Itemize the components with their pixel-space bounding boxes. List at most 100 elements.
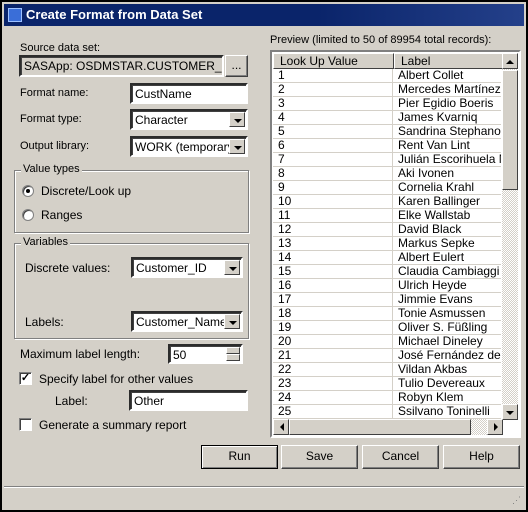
cell-label: Albert Eulert [398,251,465,264]
table-row[interactable]: 22 Vildan Akbas [273,363,501,377]
cell-lookup-value: 5 [273,125,393,138]
format-name-label: Format name: [20,87,89,99]
horizontal-scroll-thumb[interactable] [289,419,471,435]
cell-label: Jimmie Evans [398,293,473,306]
table-row[interactable]: 16 Ulrich Heyde [273,279,501,293]
cell-label: Pier Egidio Boeris [398,97,494,110]
other-label-input[interactable]: Other [129,390,248,411]
cell-label: Tonie Asmussen [398,307,486,320]
table-row[interactable]: 6 Rent Van Lint [273,139,501,153]
cell-label: Michael Dineley [398,335,483,348]
discrete-radio[interactable] [22,185,34,197]
cell-lookup-value: 12 [273,223,393,236]
chevron-down-icon[interactable] [224,260,240,275]
cell-label: Julián Escorihuela M. [398,153,501,166]
table-row[interactable]: 17 Jimmie Evans [273,293,501,307]
table-row[interactable]: 19 Oliver S. Füßling [273,321,501,335]
cell-lookup-value: 25 [273,405,393,418]
cell-lookup-value: 23 [273,377,393,390]
scroll-thumb[interactable] [502,70,518,190]
cell-label: David Black [398,223,462,236]
table-row[interactable]: 12 David Black [273,223,501,237]
table-row[interactable]: 13 Markus Sepke [273,237,501,251]
table-row[interactable]: 20 Michael Dineley [273,335,501,349]
scroll-up-button[interactable] [502,53,518,69]
cell-lookup-value: 2 [273,83,393,96]
cancel-label: Cancel [381,449,420,463]
browse-button[interactable]: ... [225,55,248,77]
ranges-radio[interactable] [22,209,34,221]
table-row[interactable]: 21 José Fernández de M [273,349,501,363]
horizontal-scrollbar[interactable] [273,419,503,435]
value-types-group: Value types Discrete/Look up Ranges [14,163,249,233]
save-label: Save [305,449,334,463]
summary-report-checkbox[interactable] [19,418,32,431]
scroll-left-button[interactable] [273,419,289,435]
max-label-length-spinner[interactable]: 50 [168,344,243,364]
table-row[interactable]: 23 Tulio Devereaux [273,377,501,391]
preview-title: Preview (limited to 50 of 89954 total re… [270,34,492,46]
table-row[interactable]: 8 Aki Ivonen [273,167,501,181]
table-row[interactable]: 14 Albert Eulert [273,251,501,265]
cancel-button[interactable]: Cancel [362,445,439,469]
preview-table: Look Up Value Label 1 Albert Collet 2 Merce… [270,50,521,438]
output-library-value: WORK (temporary) [135,140,238,154]
cell-label: Cornelia Krahl [398,181,475,194]
chevron-down-icon[interactable] [229,112,245,127]
table-header: Look Up Value Label [273,53,503,69]
output-library-select[interactable]: WORK (temporary) [130,136,248,157]
table-row[interactable]: 15 Claudia Cambiaggi [273,265,501,279]
labels-select[interactable]: Customer_Name [131,311,243,332]
cell-lookup-value: 21 [273,349,393,362]
vertical-scrollbar[interactable] [502,53,518,420]
chevron-down-icon[interactable] [229,139,245,154]
format-type-select[interactable]: Character [130,109,248,130]
cell-label: Sandrina Stephano [398,125,501,138]
table-row[interactable]: 4 James Kvarniq [273,111,501,125]
specify-other-checkbox[interactable]: ✓ [19,372,32,385]
discrete-values-select[interactable]: Customer_ID [131,257,243,278]
chevron-down-icon[interactable] [224,314,240,329]
table-row[interactable]: 18 Tonie Asmussen [273,307,501,321]
table-row[interactable]: 10 Karen Ballinger [273,195,501,209]
resize-grip-icon[interactable]: ⋰ [512,495,521,506]
table-row[interactable]: 3 Pier Egidio Boeris [273,97,501,111]
column-header-label[interactable]: Label [394,53,503,69]
column-header-lookup[interactable]: Look Up Value [273,53,394,69]
scroll-right-button[interactable] [487,419,503,435]
cell-lookup-value: 4 [273,111,393,124]
cell-label: Tulio Devereaux [398,377,485,390]
run-button[interactable]: Run [201,445,278,469]
cell-lookup-value: 19 [273,321,393,334]
save-button[interactable]: Save [281,445,358,469]
labels-label: Labels: [25,315,64,329]
cell-lookup-value: 24 [273,391,393,404]
output-library-label: Output library: [20,140,90,152]
table-row[interactable]: 25 Ssilvano Toninelli [273,405,501,419]
help-button[interactable]: Help [443,445,520,469]
table-row[interactable]: 24 Robyn Klem [273,391,501,405]
table-row[interactable]: 7 Julián Escorihuela M. [273,153,501,167]
spin-up-button[interactable] [226,347,240,354]
scroll-down-button[interactable] [502,404,518,420]
help-label: Help [469,449,494,463]
specify-other-label: Specify label for other values [39,372,194,386]
table-row[interactable]: 1 Albert Collet [273,69,501,83]
cell-lookup-value: 11 [273,209,393,222]
table-row[interactable]: 11 Elke Wallstab [273,209,501,223]
cell-label: Mercedes Martínez [398,83,501,96]
cell-label: Oliver S. Füßling [398,321,488,334]
spin-down-button[interactable] [226,354,240,361]
cell-lookup-value: 9 [273,181,393,194]
ranges-label: Ranges [41,208,83,222]
cell-lookup-value: 7 [273,153,393,166]
cell-lookup-value: 14 [273,251,393,264]
other-label-label: Label: [55,394,88,408]
cell-lookup-value: 22 [273,363,393,376]
table-row[interactable]: 2 Mercedes Martínez [273,83,501,97]
table-row[interactable]: 5 Sandrina Stephano [273,125,501,139]
format-name-input[interactable]: CustName [130,83,248,104]
table-row[interactable]: 9 Cornelia Krahl [273,181,501,195]
title-bar: Create Format from Data Set [4,4,524,26]
cell-lookup-value: 16 [273,279,393,292]
